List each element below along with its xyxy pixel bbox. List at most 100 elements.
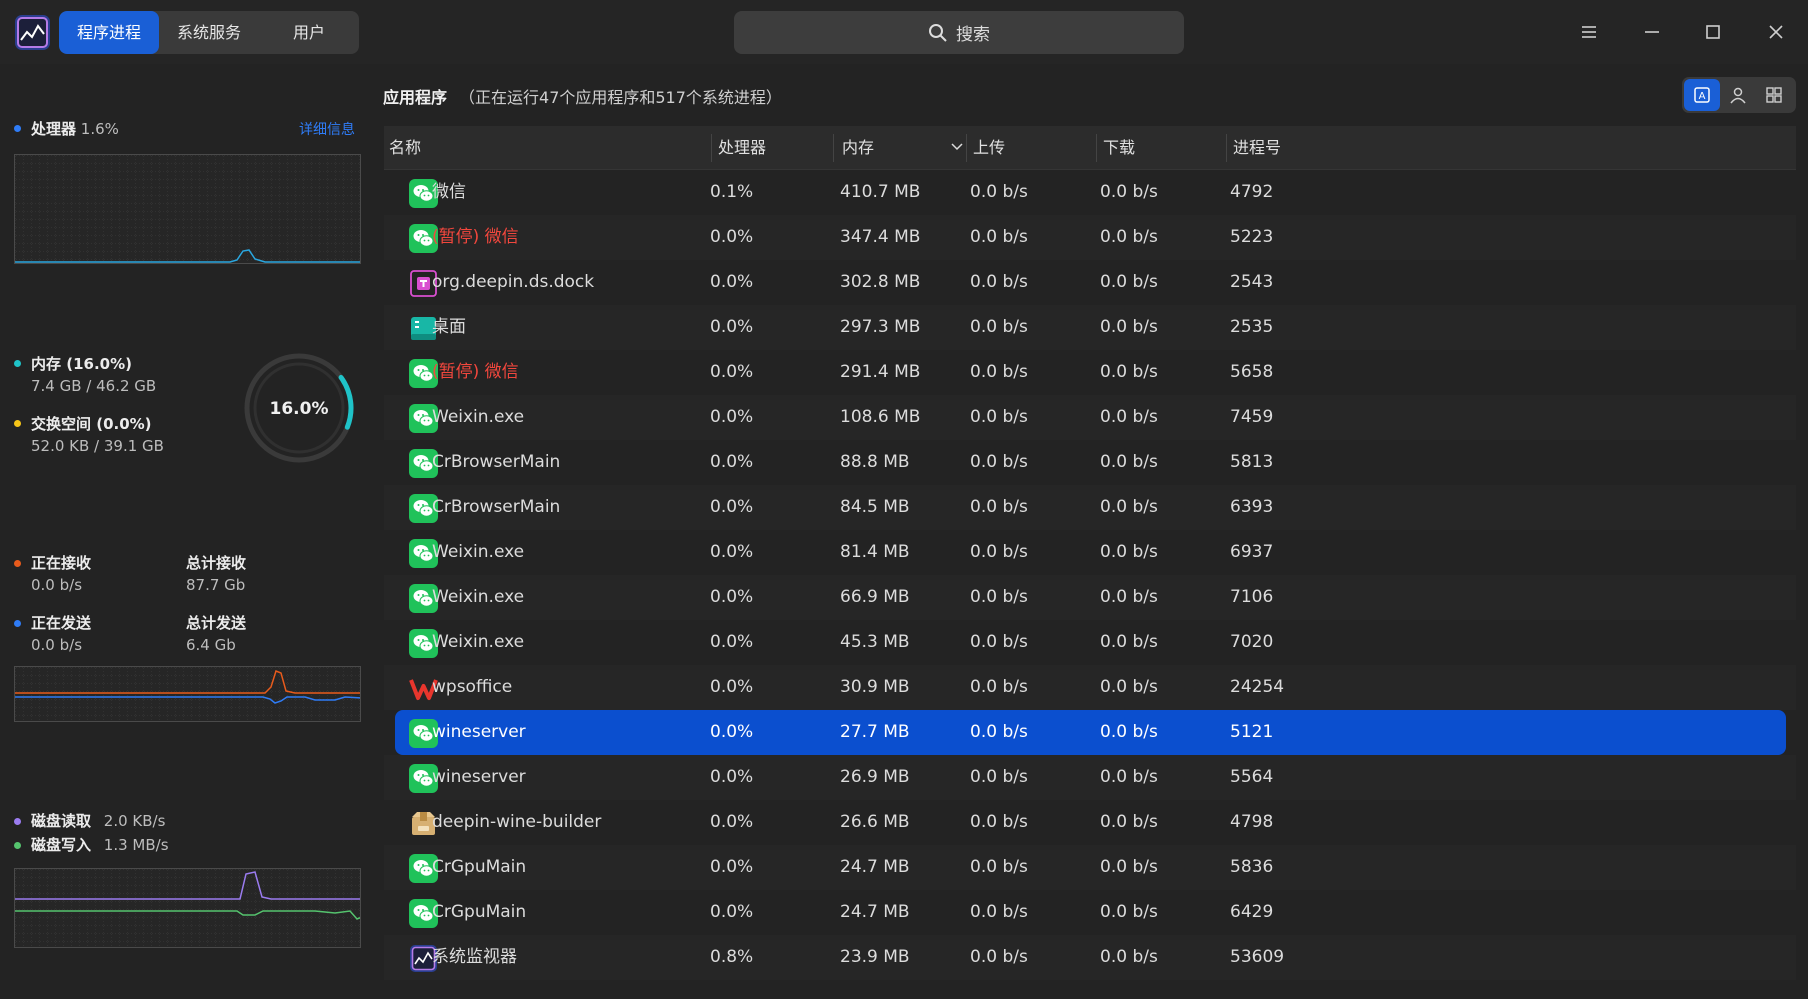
- cpu-cell: 0.0%: [710, 272, 754, 292]
- table-row[interactable]: Weixin.exe 0.0% 66.9 MB 0.0 b/s 0.0 b/s 7106: [384, 575, 1796, 620]
- tab-users[interactable]: 用户: [259, 11, 359, 54]
- upload-cell: 0.0 b/s: [970, 182, 1028, 202]
- memory-label: 内存 (16.0%): [31, 355, 132, 373]
- pid-cell: 5658: [1230, 362, 1274, 382]
- cpu-detail-link[interactable]: 详细信息: [299, 119, 355, 139]
- table-row[interactable]: Weixin.exe 0.0% 45.3 MB 0.0 b/s 0.0 b/s 7020: [384, 620, 1796, 665]
- disk-read-label: 磁盘读取: [31, 812, 92, 830]
- process-name-cell: Weixin.exe: [432, 407, 525, 427]
- pid-cell: 5121: [1230, 722, 1274, 742]
- column-separator: [966, 134, 967, 162]
- download-cell: 0.0 b/s: [1100, 272, 1158, 292]
- receiving-value: 0.0 b/s: [31, 576, 83, 594]
- column-download[interactable]: 下载: [1103, 126, 1135, 170]
- filter-all-processes-button[interactable]: [1756, 79, 1792, 111]
- table-row[interactable]: CrBrowserMain 0.0% 84.5 MB 0.0 b/s 0.0 b/s 63…: [384, 485, 1796, 530]
- upload-cell: 0.0 b/s: [970, 587, 1028, 607]
- upload-cell: 0.0 b/s: [970, 362, 1028, 382]
- table-body: 微信 0.1% 410.7 MB 0.0 b/s 0.0 b/s 4792 (暂停) 微信 0…: [384, 170, 1796, 980]
- table-row[interactable]: deepin-wine-builder 0.0% 26.6 MB 0.0 b/s 0.0…: [384, 800, 1796, 845]
- pid-cell: 7459: [1230, 407, 1274, 427]
- memory-cell: 26.6 MB: [840, 812, 910, 832]
- upload-cell: 0.0 b/s: [970, 677, 1028, 697]
- upload-cell: 0.0 b/s: [970, 542, 1028, 562]
- pid-cell: 5223: [1230, 227, 1274, 247]
- download-cell: 0.0 b/s: [1100, 587, 1158, 607]
- close-button[interactable]: [1758, 14, 1794, 50]
- tab-services[interactable]: 系统服务: [159, 11, 259, 54]
- tab-processes[interactable]: 程序进程: [59, 11, 159, 54]
- download-cell: 0.0 b/s: [1100, 902, 1158, 922]
- memory-cell: 347.4 MB: [840, 227, 921, 247]
- column-pid[interactable]: 进程号: [1233, 126, 1281, 170]
- pid-cell: 7106: [1230, 587, 1274, 607]
- cpu-cell: 0.0%: [710, 407, 754, 427]
- network-graph: [14, 666, 361, 722]
- process-name-cell: CrGpuMain: [432, 902, 527, 922]
- send-dot: [14, 620, 21, 627]
- column-upload[interactable]: 上传: [973, 126, 1005, 170]
- cpu-cell: 0.8%: [710, 947, 754, 967]
- download-cell: 0.0 b/s: [1100, 407, 1158, 427]
- column-name[interactable]: 名称: [389, 126, 421, 170]
- column-cpu[interactable]: 处理器: [718, 126, 766, 170]
- column-separator: [833, 134, 834, 162]
- table-row[interactable]: org.deepin.ds.dock 0.0% 302.8 MB 0.0 b/s 0.0…: [384, 260, 1796, 305]
- table-row[interactable]: CrGpuMain 0.0% 24.7 MB 0.0 b/s 0.0 b/s 5836: [384, 845, 1796, 890]
- pid-cell: 4792: [1230, 182, 1274, 202]
- applications-icon: A: [1694, 87, 1710, 103]
- process-name-cell: (暂停) 微信: [432, 227, 519, 247]
- memory-cell: 108.6 MB: [840, 407, 921, 427]
- minimize-button[interactable]: [1634, 14, 1670, 50]
- table-row[interactable]: wineserver 0.0% 26.9 MB 0.0 b/s 0.0 b/s 5564: [384, 755, 1796, 800]
- table-row-selected[interactable]: wineserver 0.0% 27.7 MB 0.0 b/s 0.0 b/s 5121: [395, 710, 1786, 755]
- memory-cell: 45.3 MB: [840, 632, 910, 652]
- process-name-cell: deepin-wine-builder: [432, 812, 602, 832]
- cpu-cell: 0.0%: [710, 497, 754, 517]
- process-name-cell: wpsoffice: [432, 677, 513, 697]
- disk-graph: [14, 868, 361, 948]
- column-memory[interactable]: 内存: [842, 126, 874, 170]
- memory-cell: 302.8 MB: [840, 272, 921, 292]
- all-processes-icon: [1766, 87, 1782, 103]
- cpu-summary: 处理器 1.6%: [31, 118, 119, 139]
- filter-my-processes-button[interactable]: [1720, 79, 1756, 111]
- filter-applications-button[interactable]: A: [1684, 79, 1720, 111]
- process-name-cell: wineserver: [432, 722, 526, 742]
- swap-dot: [14, 420, 21, 427]
- process-name-cell: Weixin.exe: [432, 632, 525, 652]
- memory-ring-chart: 16.0%: [244, 353, 354, 463]
- table-row[interactable]: wpsoffice 0.0% 30.9 MB 0.0 b/s 0.0 b/s 24254: [384, 665, 1796, 710]
- maximize-icon: [1706, 25, 1720, 39]
- table-row[interactable]: (暂停) 微信 0.0% 347.4 MB 0.0 b/s 0.0 b/s 5223: [384, 215, 1796, 260]
- pid-cell: 5564: [1230, 767, 1274, 787]
- disk-read-summary: 磁盘读取 2.0 KB/s: [31, 810, 165, 831]
- memory-cell: 410.7 MB: [840, 182, 921, 202]
- search-box[interactable]: 搜索: [734, 11, 1184, 54]
- table-row[interactable]: Weixin.exe 0.0% 81.4 MB 0.0 b/s 0.0 b/s 6937: [384, 530, 1796, 575]
- upload-cell: 0.0 b/s: [970, 272, 1028, 292]
- cpu-cell: 0.0%: [710, 677, 754, 697]
- download-cell: 0.0 b/s: [1100, 812, 1158, 832]
- table-row[interactable]: 系统监视器 0.8% 23.9 MB 0.0 b/s 0.0 b/s 53609: [384, 935, 1796, 980]
- disk-write-summary: 磁盘写入 1.3 MB/s: [31, 834, 169, 855]
- upload-cell: 0.0 b/s: [970, 227, 1028, 247]
- system-monitor-app-icon: [15, 15, 50, 50]
- main-menu-button[interactable]: [1571, 14, 1607, 50]
- maximize-button[interactable]: [1695, 14, 1731, 50]
- table-row[interactable]: 微信 0.1% 410.7 MB 0.0 b/s 0.0 b/s 4792: [384, 170, 1796, 215]
- total-send-label: 总计发送: [186, 614, 247, 632]
- memory-cell: 84.5 MB: [840, 497, 910, 517]
- process-table: 名称 处理器 内存 上传 下载 进程号 微信 0.1% 410.7 MB 0.0 b/…: [384, 126, 1796, 980]
- table-row[interactable]: CrGpuMain 0.0% 24.7 MB 0.0 b/s 0.0 b/s 6429: [384, 890, 1796, 935]
- download-cell: 0.0 b/s: [1100, 857, 1158, 877]
- table-row[interactable]: CrBrowserMain 0.0% 88.8 MB 0.0 b/s 0.0 b/s 58…: [384, 440, 1796, 485]
- table-row[interactable]: 桌面 0.0% 297.3 MB 0.0 b/s 0.0 b/s 2535: [384, 305, 1796, 350]
- memory-cell: 26.9 MB: [840, 767, 910, 787]
- table-row[interactable]: (暂停) 微信 0.0% 291.4 MB 0.0 b/s 0.0 b/s 5658: [384, 350, 1796, 395]
- pid-cell: 2535: [1230, 317, 1274, 337]
- sending-label: 正在发送: [31, 614, 92, 632]
- cpu-cell: 0.0%: [710, 362, 754, 382]
- table-row[interactable]: Weixin.exe 0.0% 108.6 MB 0.0 b/s 0.0 b/s 7459: [384, 395, 1796, 440]
- process-name-cell: org.deepin.ds.dock: [432, 272, 595, 292]
